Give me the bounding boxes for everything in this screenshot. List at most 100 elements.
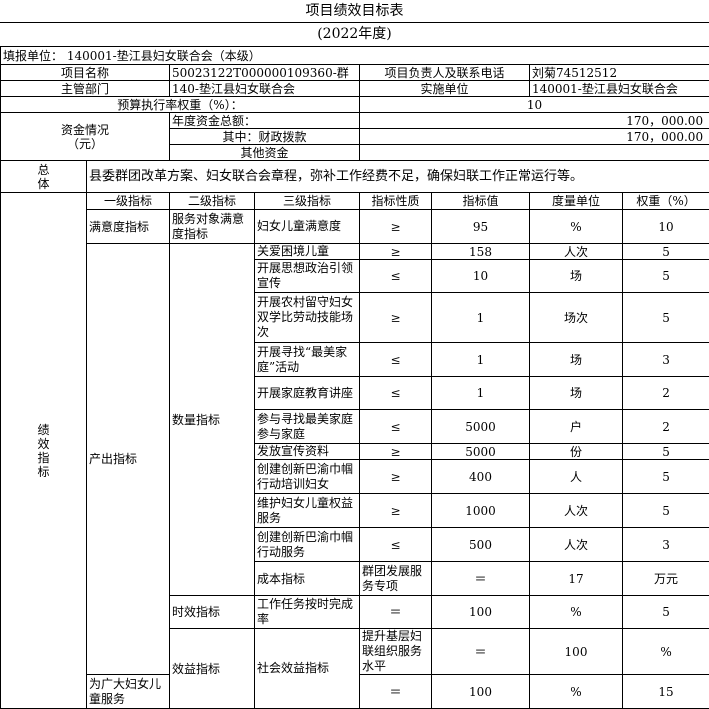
summary-label-char-1: 总 bbox=[3, 163, 84, 177]
indicator-weight: 5 bbox=[623, 444, 709, 460]
funds-label-line1: 资金情况 bbox=[3, 123, 167, 137]
indicator-nature: ≤ bbox=[360, 260, 432, 293]
indicator-weight: 5 bbox=[623, 260, 709, 293]
level2-social-benefit: 社会效益指标 bbox=[255, 629, 360, 709]
indicator-weight: 5 bbox=[623, 293, 709, 343]
performance-label-char-3: 指 bbox=[3, 451, 84, 465]
project-owner-value: 刘菊74512512 bbox=[530, 65, 709, 81]
level1-benefit: 效益指标 bbox=[170, 629, 255, 709]
indicator-unit: 场次 bbox=[530, 293, 623, 343]
indicator-name: 创建创新巴渝巾帼行动服务 bbox=[255, 528, 360, 562]
project-name-label: 项目名称 bbox=[1, 65, 170, 81]
performance-label: 绩 效 指 标 bbox=[1, 193, 87, 709]
indicator-name: 为广大妇女儿童服务 bbox=[87, 675, 170, 709]
indicator-value: 1 bbox=[432, 343, 530, 377]
indicator-value: 5000 bbox=[432, 444, 530, 460]
indicator-weight: 2 bbox=[623, 377, 709, 410]
indicator-name: 群团发展服务专项 bbox=[360, 562, 432, 596]
indicator-weight: 10 bbox=[623, 210, 709, 244]
table-year: (2022年度) bbox=[0, 23, 709, 45]
table-row: 满意度指标 服务对象满意度指标 妇女儿童满意度 ≥ 95 % 10 bbox=[1, 210, 709, 244]
indicator-name: 创建创新巴渝巾帼行动培训妇女 bbox=[255, 460, 360, 494]
annual-total-label: 年度资金总额： bbox=[170, 113, 360, 129]
header-unit: 度量单位 bbox=[530, 193, 623, 210]
indicator-nature: ≤ bbox=[360, 343, 432, 377]
indicator-unit: 人次 bbox=[530, 244, 623, 260]
indicator-value: 1 bbox=[432, 293, 530, 343]
indicator-weight: 3 bbox=[623, 528, 709, 562]
level2-timeliness: 时效指标 bbox=[170, 596, 255, 629]
funds-label-line2: （元） bbox=[3, 137, 167, 151]
indicator-name: 开展家庭教育讲座 bbox=[255, 377, 360, 410]
implementing-unit-value: 140001-垫江县妇女联合会 bbox=[530, 81, 709, 97]
level2-service-satisfaction: 服务对象满意度指标 bbox=[170, 210, 255, 244]
performance-label-char-2: 效 bbox=[3, 437, 84, 451]
indicator-value: 100 bbox=[530, 629, 623, 675]
indicator-name: 提升基层妇联组织服务水平 bbox=[360, 629, 432, 675]
indicator-name: 参与寻找最美家庭参与家庭 bbox=[255, 410, 360, 444]
reporting-unit-label: 填报单位： bbox=[3, 49, 63, 63]
project-owner-label: 项目负责人及联系电话 bbox=[360, 65, 530, 81]
indicator-nature: ≥ bbox=[360, 460, 432, 494]
indicator-name: 维护妇女儿童权益服务 bbox=[255, 494, 360, 528]
indicator-name: 妇女儿童满意度 bbox=[255, 210, 360, 244]
indicator-value: 100 bbox=[432, 596, 530, 629]
indicator-value: 500 bbox=[432, 528, 530, 562]
indicator-value: 5000 bbox=[432, 410, 530, 444]
level1-satisfaction: 满意度指标 bbox=[87, 210, 170, 244]
indicator-value: 400 bbox=[432, 460, 530, 494]
table-title: 项目绩效目标表 bbox=[0, 0, 709, 23]
level2-cost: 成本指标 bbox=[255, 562, 360, 596]
indicator-value: 1 bbox=[432, 377, 530, 410]
indicator-name: 开展寻找“最美家庭”活动 bbox=[255, 343, 360, 377]
reporting-unit-row: 填报单位： 140001-垫江县妇女联合会（本级） bbox=[1, 47, 709, 65]
indicator-nature: ≥ bbox=[360, 293, 432, 343]
reporting-unit-value: 140001-垫江县妇女联合会（本级） bbox=[67, 49, 261, 63]
header-weight: 权重（%） bbox=[623, 193, 709, 210]
indicator-nature: ≤ bbox=[360, 528, 432, 562]
indicator-unit: 人次 bbox=[530, 494, 623, 528]
indicator-unit: 人 bbox=[530, 460, 623, 494]
indicator-value: 10 bbox=[432, 260, 530, 293]
indicator-unit: % bbox=[530, 210, 623, 244]
budget-weight-label: 预算执行率权重（%）： bbox=[1, 97, 360, 113]
level1-output: 产出指标 bbox=[87, 244, 170, 675]
indicator-value: 95 bbox=[432, 210, 530, 244]
indicator-weight: 5 bbox=[623, 596, 709, 629]
indicator-weight: 15 bbox=[623, 675, 709, 709]
level2-quantity: 数量指标 bbox=[170, 244, 255, 596]
fiscal-allocation-value: 170，000.00 bbox=[360, 129, 709, 145]
indicator-weight: 3 bbox=[623, 343, 709, 377]
performance-label-char-4: 标 bbox=[3, 465, 84, 479]
indicator-unit: 场 bbox=[530, 260, 623, 293]
header-level3: 三级指标 bbox=[255, 193, 360, 210]
indicator-value: 1000 bbox=[432, 494, 530, 528]
indicator-weight: 5 bbox=[623, 244, 709, 260]
table-row: 产出指标 数量指标 关爱困境儿童 ≥ 158 人次 5 bbox=[1, 244, 709, 260]
indicator-nature: ＝ bbox=[360, 596, 432, 629]
indicator-unit: % bbox=[530, 675, 623, 709]
indicator-unit: 场 bbox=[530, 343, 623, 377]
indicator-name: 关爱困境儿童 bbox=[255, 244, 360, 260]
indicator-unit: 人次 bbox=[530, 528, 623, 562]
other-funds-label: 其他资金 bbox=[170, 145, 360, 161]
indicator-nature: ＝ bbox=[432, 562, 530, 596]
indicator-unit: 户 bbox=[530, 410, 623, 444]
annual-total-value: 170，000.00 bbox=[360, 113, 709, 129]
indicator-weight: 5 bbox=[623, 494, 709, 528]
summary-text: 县委群团改革方案、妇女联合会章程，弥补工作经费不足，确保妇联工作正常运行等。 bbox=[87, 161, 709, 193]
header-value: 指标值 bbox=[432, 193, 530, 210]
indicator-name: 开展思想政治引领宣传 bbox=[255, 260, 360, 293]
indicator-name: 发放宣传资料 bbox=[255, 444, 360, 460]
indicator-nature: ≤ bbox=[360, 377, 432, 410]
budget-weight-value: 10 bbox=[360, 97, 709, 113]
header-level2: 二级指标 bbox=[170, 193, 255, 210]
indicator-unit: 万元 bbox=[623, 562, 709, 596]
indicator-name: 开展农村留守妇女双学比劳动技能场次 bbox=[255, 293, 360, 343]
supervisor-dept-value: 140-垫江县妇女联合会 bbox=[170, 81, 360, 97]
supervisor-dept-label: 主管部门 bbox=[1, 81, 170, 97]
implementing-unit-label: 实施单位 bbox=[360, 81, 530, 97]
project-name-value: 50023122T000000109360-群 bbox=[170, 65, 360, 81]
indicator-weight: 5 bbox=[623, 460, 709, 494]
indicator-weight: 2 bbox=[623, 410, 709, 444]
